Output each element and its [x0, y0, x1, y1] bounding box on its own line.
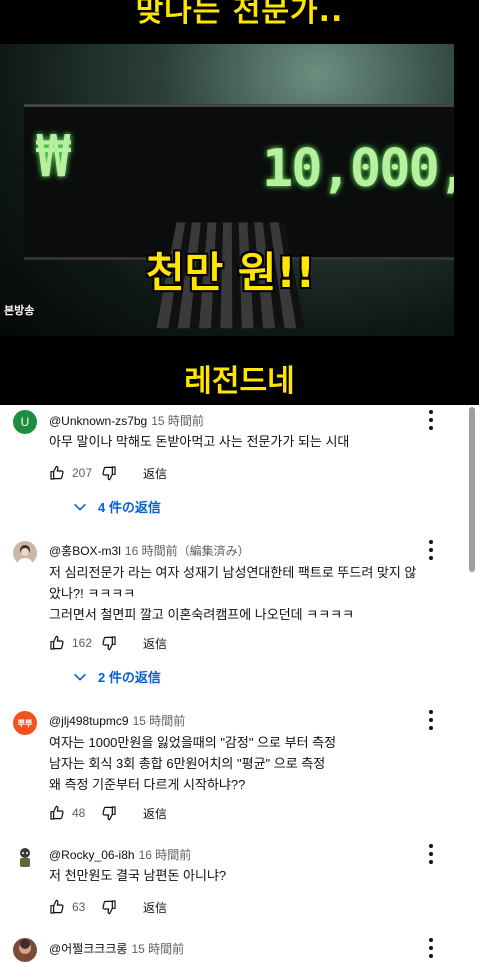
chevron-down-icon [74, 503, 86, 511]
comment-author[interactable]: @어쩔크크크롱 [49, 942, 127, 956]
like-count: 162 [72, 636, 93, 650]
dislike-icon[interactable] [101, 465, 117, 481]
avatar[interactable] [13, 845, 37, 869]
dislike-icon[interactable] [101, 899, 117, 915]
comment-time[interactable]: 16 時間前（編集済み） [125, 544, 250, 558]
big-amount-caption: 천만 원!! [146, 248, 315, 297]
reply-button[interactable]: 返信 [143, 635, 167, 652]
video-player[interactable]: 맞나는 전문가.. ₩ 10,000,000 천만 원!! 본방송 레전드네 [0, 0, 479, 405]
video-caption-bottom: 레전드네 [184, 364, 295, 399]
comment-text: 여자는 1000만원을 잃었을때의 "감정" 으로 부터 측정 남자는 회식 3… [49, 735, 337, 792]
more-options-icon[interactable] [424, 938, 438, 958]
avatar[interactable] [13, 541, 37, 565]
won-symbol: ₩ [36, 122, 71, 190]
comment-author[interactable]: @홍BOX-m3l [49, 544, 121, 558]
like-icon[interactable] [49, 805, 65, 821]
more-options-icon[interactable] [424, 710, 438, 730]
comment-author[interactable]: @Unknown-zs7bg [49, 414, 147, 428]
reply-button[interactable]: 返信 [143, 899, 167, 916]
scoreboard-amount: 10,000,000 [262, 139, 454, 199]
more-options-icon[interactable] [424, 540, 438, 560]
broadcast-mark: 본방송 [4, 304, 35, 317]
like-icon[interactable] [49, 899, 65, 915]
reply-button[interactable]: 返信 [143, 465, 167, 482]
like-count: 63 [72, 900, 86, 914]
avatar[interactable] [13, 938, 37, 962]
view-replies-button[interactable]: 4 件の返信 [72, 497, 161, 516]
more-options-icon[interactable] [424, 410, 438, 430]
video-frame: ₩ 10,000,000 천만 원!! 본방송 [0, 44, 454, 336]
reply-button[interactable]: 返信 [143, 805, 167, 822]
comment-time[interactable]: 15 時間前 [131, 942, 184, 956]
like-icon[interactable] [49, 635, 65, 651]
chevron-down-icon [74, 673, 86, 681]
comment-time[interactable]: 15 時間前 [133, 714, 186, 728]
more-options-icon[interactable] [424, 844, 438, 864]
like-count: 48 [72, 806, 86, 820]
comment-text: 아무 말이나 막해도 돈받아먹고 사는 전문가가 되는 시대 [49, 434, 350, 449]
comment-author[interactable]: @Rocky_06-i8h [49, 848, 135, 862]
dislike-icon[interactable] [101, 635, 117, 651]
video-caption-top: 맞나는 전문가.. [135, 0, 344, 29]
scrollbar[interactable] [469, 407, 475, 572]
like-icon[interactable] [49, 465, 65, 481]
view-replies-button[interactable]: 2 件の返信 [72, 667, 161, 686]
dislike-icon[interactable] [101, 805, 117, 821]
comment-author[interactable]: @jlj498tupmc9 [49, 714, 129, 728]
comment-text: 저 심리전문가 라는 여자 성재기 남성연대한테 팩트로 뚜드려 맞지 않 았나… [49, 565, 417, 622]
comment-time[interactable]: 16 時間前 [139, 848, 192, 862]
avatar[interactable]: U [13, 410, 37, 434]
comment-time[interactable]: 15 時間前 [151, 414, 204, 428]
comment-text: 저 천만원도 결국 남편돈 아니냐? [49, 868, 227, 883]
like-count: 207 [72, 466, 93, 480]
avatar[interactable]: 뿌뿌 [13, 711, 37, 735]
